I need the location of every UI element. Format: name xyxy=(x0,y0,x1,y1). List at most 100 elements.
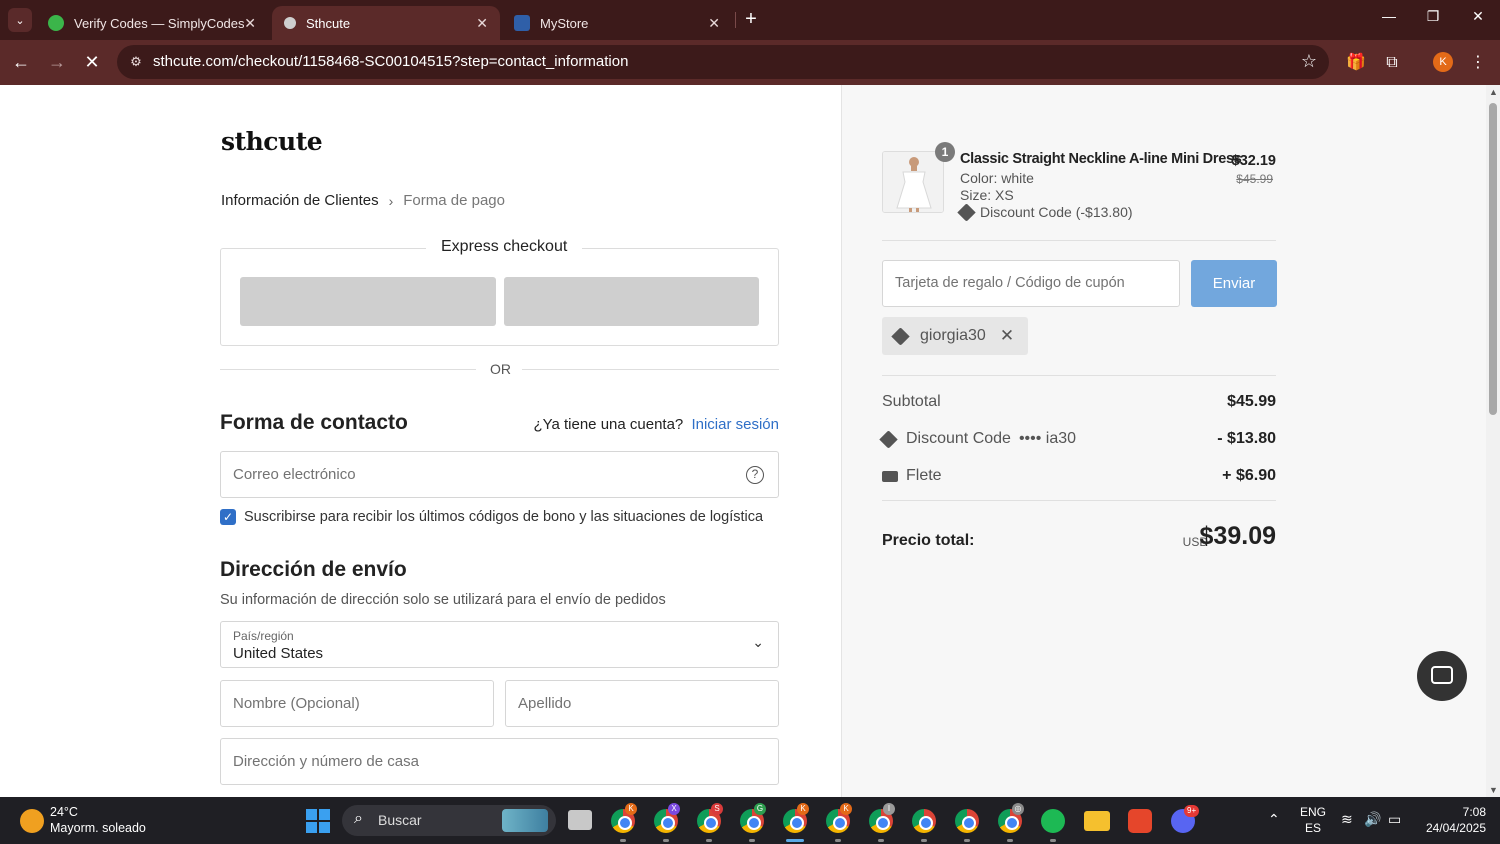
simplycodes-icon xyxy=(48,15,64,31)
search-highlight-image xyxy=(502,809,548,832)
close-tab-icon[interactable]: ✕ xyxy=(708,15,720,32)
chat-button[interactable] xyxy=(1417,651,1467,701)
chrome-profile-icon[interactable]: K xyxy=(783,803,809,833)
help-icon[interactable]: ? xyxy=(746,466,764,484)
tab-search-button[interactable]: ⌄ xyxy=(8,8,32,32)
close-tab-icon[interactable]: ✕ xyxy=(244,15,256,32)
clock-time[interactable]: 7:08 xyxy=(1416,805,1486,819)
profile-avatar[interactable]: K xyxy=(1433,52,1453,72)
chrome-profile-icon[interactable]: S xyxy=(697,803,723,833)
total-value: $39.09 xyxy=(1199,522,1276,550)
tab-mystore[interactable]: MyStore ✕ xyxy=(502,6,732,40)
taskbar-search[interactable]: ⌕ Buscar xyxy=(342,805,556,836)
chrome-profile-icon[interactable]: I xyxy=(869,803,895,833)
email-field[interactable]: Correo electrónico ? xyxy=(220,451,779,498)
product-color: Color: white xyxy=(960,170,1034,186)
apply-coupon-button[interactable]: Enviar xyxy=(1191,260,1277,307)
file-explorer-icon[interactable] xyxy=(1084,811,1110,831)
total-label: Precio total: xyxy=(882,532,975,549)
profile-badge: K xyxy=(625,803,637,815)
quantity-badge: 1 xyxy=(935,142,955,162)
remove-coupon-icon[interactable]: ✕ xyxy=(1000,326,1014,346)
product-discount: Discount Code (-$13.80) xyxy=(957,202,1133,222)
email-placeholder: Correo electrónico xyxy=(233,466,356,483)
chevron-up-icon[interactable]: ⌃ xyxy=(1268,811,1280,828)
tab-sthcute[interactable]: Sthcute ✕ xyxy=(272,6,500,40)
clock-date[interactable]: 24/04/2025 xyxy=(1416,821,1486,835)
language-secondary[interactable]: ES xyxy=(1298,821,1328,835)
scroll-up-arrow[interactable]: ▲ xyxy=(1489,87,1498,97)
stop-loading-icon[interactable]: ✕ xyxy=(80,50,104,74)
tab-title: Verify Codes — SimplyCodes xyxy=(74,15,245,31)
chrome-profile-icon[interactable]: K xyxy=(611,803,637,833)
product-discount-text: Discount Code (-$13.80) xyxy=(980,204,1133,220)
country-select[interactable]: País/región United States ⌄ xyxy=(220,621,779,668)
brave-icon[interactable] xyxy=(1128,809,1152,833)
bookmark-star-icon[interactable]: ☆ xyxy=(1301,51,1317,72)
battery-icon[interactable]: ▭ xyxy=(1388,811,1401,828)
store-logo[interactable]: sthcute xyxy=(221,127,323,156)
windows-start-icon[interactable] xyxy=(306,809,330,833)
site-info-icon[interactable]: ⚙ xyxy=(127,53,145,71)
tab-title: Sthcute xyxy=(306,15,351,31)
url-text[interactable]: sthcute.com/checkout/1158468-SC00104515?… xyxy=(153,53,628,70)
shipping-subtitle: Su información de dirección solo se util… xyxy=(220,592,666,608)
back-icon[interactable]: ← xyxy=(9,50,33,74)
weather-sun-icon[interactable] xyxy=(20,809,44,833)
profile-badge: I xyxy=(883,803,895,815)
chrome-profile-icon[interactable] xyxy=(955,809,979,833)
express-pay-button-1[interactable] xyxy=(240,277,496,326)
chrome-profile-icon[interactable]: K xyxy=(826,803,852,833)
volume-icon[interactable]: 🔊 xyxy=(1364,811,1381,828)
express-pay-button-2[interactable] xyxy=(504,277,759,326)
chrome-profile-icon[interactable] xyxy=(912,809,936,833)
chrome-profile-icon[interactable]: ◎ xyxy=(998,803,1024,833)
search-icon: ⌕ xyxy=(354,810,363,827)
new-tab-button[interactable]: + xyxy=(740,8,762,30)
subscribe-row[interactable]: ✓ Suscribirse para recibir los últimos c… xyxy=(220,509,763,525)
language-primary[interactable]: ENG xyxy=(1298,805,1328,819)
extension-gift-icon[interactable]: 🎁 xyxy=(1345,52,1367,74)
discord-notification-badge: 9+ xyxy=(1184,805,1200,817)
coupon-input[interactable]: Tarjeta de regalo / Código de cupón xyxy=(882,260,1180,307)
chrome-profile-icon[interactable]: G xyxy=(740,803,766,833)
menu-kebab-icon[interactable]: ⋮ xyxy=(1467,52,1489,74)
account-question: ¿Ya tiene una cuenta? xyxy=(533,416,684,433)
forward-icon[interactable]: → xyxy=(45,50,69,74)
address-placeholder: Dirección y número de casa xyxy=(233,753,419,770)
close-window-icon[interactable]: ✕ xyxy=(1466,8,1490,25)
breadcrumb-customer-info[interactable]: Información de Clientes xyxy=(221,192,379,209)
express-checkout-title: Express checkout xyxy=(426,238,583,256)
minimize-icon[interactable]: — xyxy=(1377,8,1401,24)
chrome-profile-icon[interactable]: X xyxy=(654,803,680,833)
app-running-indicator xyxy=(878,839,884,842)
spotify-icon[interactable] xyxy=(1041,809,1065,833)
mystore-icon xyxy=(514,15,530,31)
app-running-indicator xyxy=(835,839,841,842)
tab-verify-codes[interactable]: Verify Codes — SimplyCodes ✕ xyxy=(36,6,268,40)
address-field[interactable]: Dirección y número de casa xyxy=(220,738,779,785)
subscribe-checkbox[interactable]: ✓ xyxy=(220,509,236,525)
task-view-icon[interactable] xyxy=(568,810,592,830)
wifi-icon[interactable]: ≋ xyxy=(1341,811,1353,828)
close-tab-icon[interactable]: ✕ xyxy=(476,15,488,32)
truck-icon xyxy=(882,470,898,482)
login-link[interactable]: Iniciar sesión xyxy=(691,416,779,433)
divider xyxy=(522,369,779,370)
extensions-icon[interactable]: ⧉ xyxy=(1381,52,1403,74)
last-name-field[interactable]: Apellido xyxy=(505,680,779,727)
country-value: United States xyxy=(233,645,324,662)
scroll-down-arrow[interactable]: ▼ xyxy=(1489,785,1498,795)
weather-temperature[interactable]: 24°C xyxy=(50,805,78,819)
page-scrollbar[interactable]: ▲ ▼ xyxy=(1486,85,1500,797)
weather-description[interactable]: Mayorm. soleado xyxy=(50,821,146,835)
restore-icon[interactable]: ❐ xyxy=(1421,8,1445,25)
tab-separator xyxy=(735,12,736,28)
tag-icon xyxy=(957,202,976,222)
app-active-indicator xyxy=(786,839,804,842)
address-bar[interactable]: ⚙ sthcute.com/checkout/1158468-SC0010451… xyxy=(117,45,1329,79)
tab-title: MyStore xyxy=(540,15,589,31)
browser-toolbar: ← → ✕ ⚙ sthcute.com/checkout/1158468-SC0… xyxy=(0,40,1500,85)
first-name-field[interactable]: Nombre (Opcional) xyxy=(220,680,494,727)
scroll-thumb[interactable] xyxy=(1489,103,1497,415)
